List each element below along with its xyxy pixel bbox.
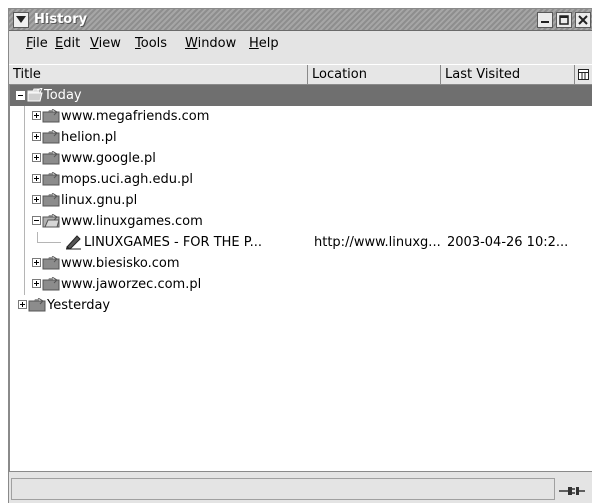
column-header: Title Location Last Visited — [9, 64, 592, 85]
expand-icon[interactable] — [32, 153, 41, 162]
menu-edit[interactable]: Edit — [55, 36, 80, 51]
column-picker-icon[interactable] — [575, 65, 592, 85]
expand-icon[interactable] — [32, 132, 41, 141]
tree-row-site[interactable]: www.megafriends.com — [10, 106, 592, 127]
tree-row-site[interactable]: www.jaworzec.com.pl — [10, 274, 592, 295]
tree-label-site: www.google.pl — [61, 151, 156, 166]
folder-icon — [28, 297, 46, 319]
entry-last-visited: 2003-04-26 10:2... — [447, 235, 569, 250]
title-bar[interactable]: History — [9, 9, 592, 31]
expand-icon[interactable] — [32, 195, 41, 204]
history-tree[interactable]: Today www.megafriends.com helion.pl www.… — [9, 85, 592, 471]
expand-icon[interactable] — [32, 258, 41, 267]
expand-icon[interactable] — [32, 174, 41, 183]
history-window: History File Edit View Tools Window Help… — [8, 8, 592, 503]
window-title: History — [34, 12, 88, 27]
collapse-icon[interactable] — [16, 91, 25, 100]
tree-label-today: Today — [44, 88, 82, 103]
column-location[interactable]: Location — [308, 65, 441, 85]
tree-row-site[interactable]: www.google.pl — [10, 148, 592, 169]
tree-row-site[interactable]: linux.gnu.pl — [10, 190, 592, 211]
tree-label-site: www.jaworzec.com.pl — [61, 277, 202, 292]
tree-row-site[interactable]: helion.pl — [10, 127, 592, 148]
menu-window[interactable]: Window — [185, 36, 236, 51]
menu-file[interactable]: File — [26, 36, 48, 51]
tree-label-site: helion.pl — [61, 130, 117, 145]
column-last-visited[interactable]: Last Visited — [441, 65, 575, 85]
tree-row-today[interactable]: Today — [10, 85, 592, 106]
tree-row-site-expanded[interactable]: www.linuxgames.com — [10, 211, 592, 232]
chevron-down-icon[interactable] — [13, 12, 29, 28]
column-title[interactable]: Title — [9, 65, 308, 85]
maximize-icon[interactable] — [556, 12, 572, 28]
entry-location: http://www.linuxg... — [314, 235, 441, 250]
collapse-icon[interactable] — [32, 216, 41, 225]
minimize-icon[interactable] — [537, 12, 553, 28]
menu-view[interactable]: View — [90, 36, 121, 51]
expand-icon[interactable] — [32, 111, 41, 120]
expand-icon[interactable] — [32, 279, 41, 288]
close-icon[interactable] — [575, 12, 591, 28]
tree-label-site: www.megafriends.com — [61, 109, 210, 124]
tree-row-entry[interactable]: LINUXGAMES - FOR THE P... http://www.lin… — [10, 232, 592, 253]
expand-icon[interactable] — [18, 300, 27, 309]
menu-bar: File Edit View Tools Window Help — [9, 32, 592, 56]
entry-title: LINUXGAMES - FOR THE P... — [84, 235, 262, 250]
tree-row-site[interactable]: www.biesisko.com — [10, 253, 592, 274]
tree-label-site: linux.gnu.pl — [61, 193, 138, 208]
tree-row-yesterday[interactable]: Yesterday — [10, 295, 592, 316]
tree-label-site: mops.uci.agh.edu.pl — [61, 172, 193, 187]
tree-label-site: www.biesisko.com — [61, 256, 180, 271]
tree-label-yesterday: Yesterday — [47, 298, 111, 313]
tree-row-site[interactable]: mops.uci.agh.edu.pl — [10, 169, 592, 190]
tree-label-site: www.linuxgames.com — [61, 214, 203, 229]
status-field — [11, 478, 555, 500]
status-bar — [9, 471, 592, 503]
menu-tools[interactable]: Tools — [135, 36, 167, 51]
offline-plug-icon[interactable] — [559, 482, 585, 501]
menu-help[interactable]: Help — [249, 36, 279, 51]
